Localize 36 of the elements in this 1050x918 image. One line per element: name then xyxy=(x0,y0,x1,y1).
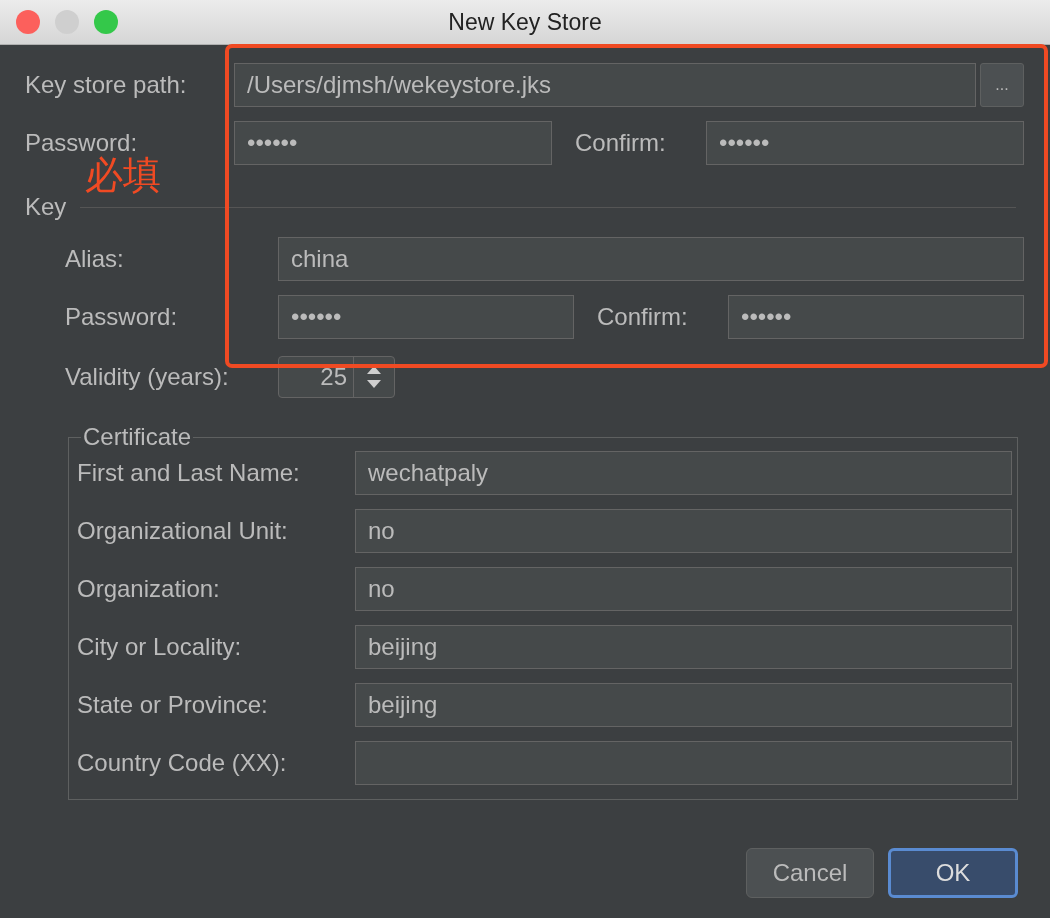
minimize-icon[interactable] xyxy=(55,10,79,34)
group-title: Certificate xyxy=(83,423,192,450)
input-field[interactable]: wechatpaly xyxy=(355,451,1012,495)
field-label: City or Locality: xyxy=(77,633,243,661)
annotation-text: 必填 xyxy=(85,153,161,198)
field-label: State or Province: xyxy=(77,691,269,719)
input-field[interactable]: beijing xyxy=(355,625,1012,669)
field-label: Organization: xyxy=(77,575,221,603)
window-title: New Key Store xyxy=(448,8,602,36)
field-label: Validity (years): xyxy=(65,363,230,391)
password-field[interactable]: •••••• xyxy=(278,295,574,339)
field-label: Confirm: xyxy=(575,129,667,157)
field-label: Alias: xyxy=(65,245,125,273)
browse-button[interactable]: ... xyxy=(980,63,1024,107)
ok-button[interactable]: OK xyxy=(888,848,1018,898)
field-label: First and Last Name: xyxy=(77,459,301,487)
input-field[interactable]: beijing xyxy=(355,683,1012,727)
number-spinner[interactable]: 25 xyxy=(278,356,395,398)
password-field[interactable]: •••••• xyxy=(234,121,552,165)
field-label: Confirm: xyxy=(597,303,689,331)
field-label: Password: xyxy=(65,303,179,331)
password-field[interactable]: •••••• xyxy=(728,295,1024,339)
section-label: Key xyxy=(25,193,67,221)
input-field[interactable]: no xyxy=(355,509,1012,553)
input-field[interactable] xyxy=(355,741,1012,785)
input-field[interactable]: /Users/djmsh/wekeystore.jks xyxy=(234,63,976,107)
field-label: Country Code (XX): xyxy=(77,749,288,777)
cancel-button[interactable]: Cancel xyxy=(746,848,874,898)
close-icon[interactable] xyxy=(16,10,40,34)
maximize-icon[interactable] xyxy=(94,10,118,34)
password-field[interactable]: •••••• xyxy=(706,121,1024,165)
input-field[interactable]: china xyxy=(278,237,1024,281)
field-label: Key store path: xyxy=(25,71,188,99)
input-field[interactable]: no xyxy=(355,567,1012,611)
field-label: Organizational Unit: xyxy=(77,517,289,545)
field-label: Password: xyxy=(25,129,139,156)
